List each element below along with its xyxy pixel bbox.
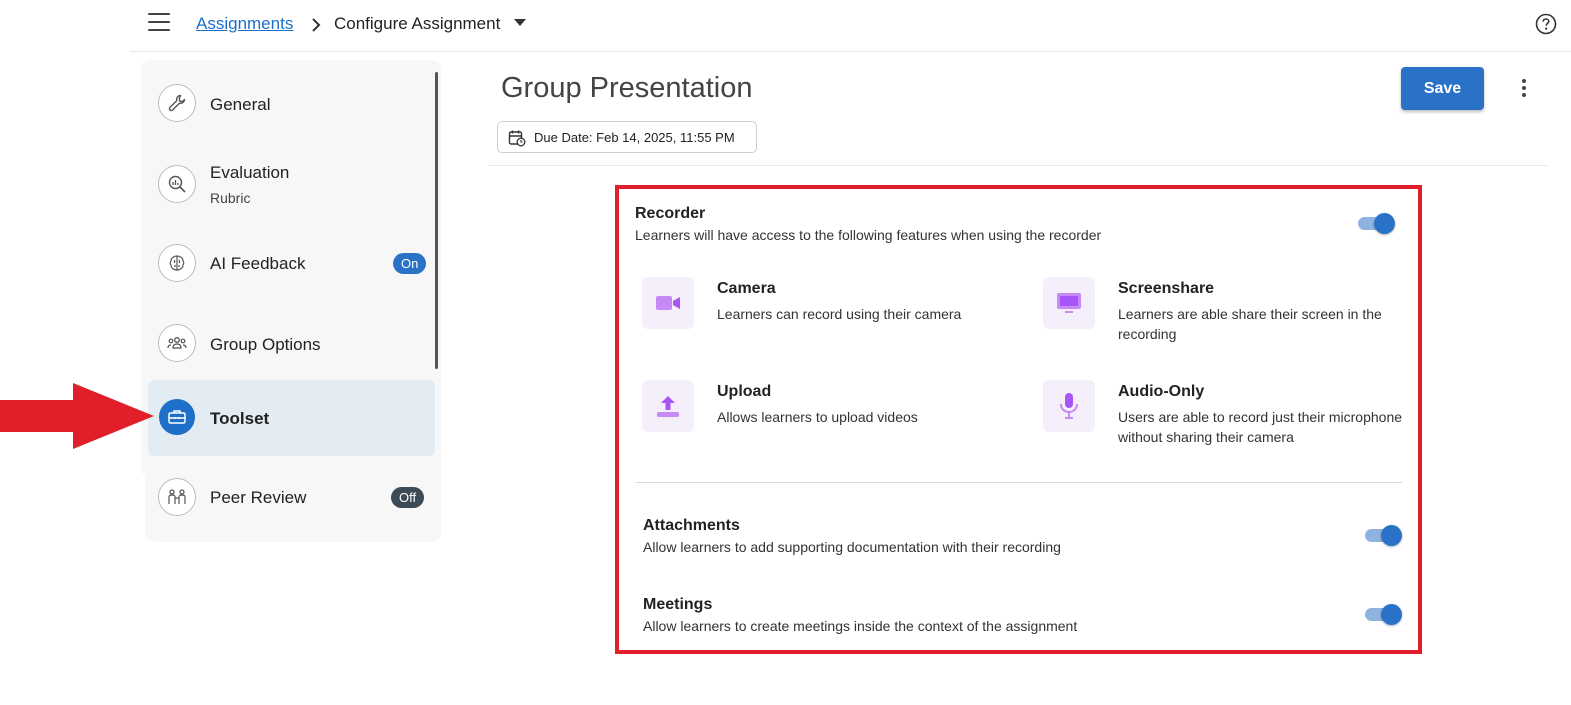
camera-feature-description: Learners can record using their camera <box>717 306 962 322</box>
recorder-description: Learners will have access to the followi… <box>635 227 1102 243</box>
sidebar-item-sublabel: Rubric <box>210 190 251 206</box>
recorder-toggle[interactable] <box>1356 212 1396 234</box>
magnifier-chart-icon <box>158 165 196 203</box>
camera-feature-title: Camera <box>717 280 776 297</box>
due-date-text: Due Date: Feb 14, 2025, 11:55 PM <box>534 130 735 145</box>
save-button[interactable]: Save <box>1401 67 1484 110</box>
sidebar-item-label: Group Options <box>210 335 321 354</box>
toggle-knob <box>1374 213 1395 234</box>
ai-feedback-status-badge: On <box>393 253 427 274</box>
brain-icon <box>158 244 196 282</box>
upload-feature-title: Upload <box>717 383 772 400</box>
microphone-icon <box>1043 380 1095 432</box>
page-title: Group Presentation <box>501 72 753 104</box>
help-icon[interactable] <box>1535 13 1557 35</box>
sidebar-item-label: General <box>210 95 271 114</box>
audio-only-feature-title: Audio-Only <box>1118 383 1205 400</box>
meetings-title: Meetings <box>643 596 713 613</box>
sidebar-item-label: AI Feedback <box>210 254 306 273</box>
sidebar-item-label: Peer Review <box>210 488 307 507</box>
upload-icon <box>642 380 694 432</box>
audio-only-feature-description: Users are able to record just their micr… <box>1118 409 1403 445</box>
peers-icon <box>158 478 196 516</box>
peer-review-status-badge: Off <box>391 487 425 508</box>
due-date-chip[interactable]: Due Date: Feb 14, 2025, 11:55 PM <box>497 121 757 153</box>
breadcrumb-current: Configure Assignment <box>334 14 501 33</box>
toggle-knob <box>1381 525 1402 546</box>
sidebar-item-ai-feedback[interactable]: AI Feedback On <box>148 244 435 284</box>
attachments-toggle[interactable] <box>1363 524 1403 546</box>
annotation-arrow-icon <box>0 383 154 449</box>
caret-down-icon[interactable] <box>514 19 526 26</box>
breadcrumb-assignments-link[interactable]: Assignments <box>196 14 293 34</box>
attachments-title: Attachments <box>643 517 740 534</box>
meetings-description: Allow learners to create meetings inside… <box>643 618 1078 634</box>
meetings-toggle[interactable] <box>1363 603 1403 625</box>
video-camera-icon <box>642 277 694 329</box>
group-icon <box>158 324 196 362</box>
calendar-clock-icon <box>508 130 526 147</box>
sidebar-scrollbar[interactable] <box>435 72 438 369</box>
header-divider <box>489 165 1548 166</box>
monitor-icon <box>1043 277 1095 329</box>
screenshare-feature-title: Screenshare <box>1118 280 1215 297</box>
sidebar-item-peer-review[interactable]: Peer Review Off <box>148 478 435 518</box>
wrench-icon <box>158 84 196 122</box>
attachments-description: Allow learners to add supporting documen… <box>643 539 1061 555</box>
screenshare-feature-description: Learners are able share their screen in … <box>1118 306 1382 342</box>
sidebar-item-general[interactable]: General <box>148 84 435 124</box>
sidebar-item-toolset[interactable]: Toolset <box>148 380 435 456</box>
panel-divider <box>636 482 1402 483</box>
sidebar-item-label: Toolset <box>210 409 270 428</box>
top-bar: Assignments Configure Assignment <box>130 0 1571 52</box>
sidebar-item-group-options[interactable]: Group Options <box>148 324 435 364</box>
hamburger-menu-icon[interactable] <box>148 13 170 33</box>
sidebar-item-label: Evaluation <box>210 163 290 182</box>
chevron-right-icon <box>312 18 321 32</box>
toggle-knob <box>1381 604 1402 625</box>
upload-feature-description: Allows learners to upload videos <box>717 409 918 425</box>
toolbox-icon <box>159 399 195 435</box>
more-vertical-icon[interactable] <box>1514 77 1534 99</box>
sidebar-item-evaluation[interactable]: Evaluation Rubric <box>148 163 435 207</box>
recorder-title: Recorder <box>635 205 706 222</box>
